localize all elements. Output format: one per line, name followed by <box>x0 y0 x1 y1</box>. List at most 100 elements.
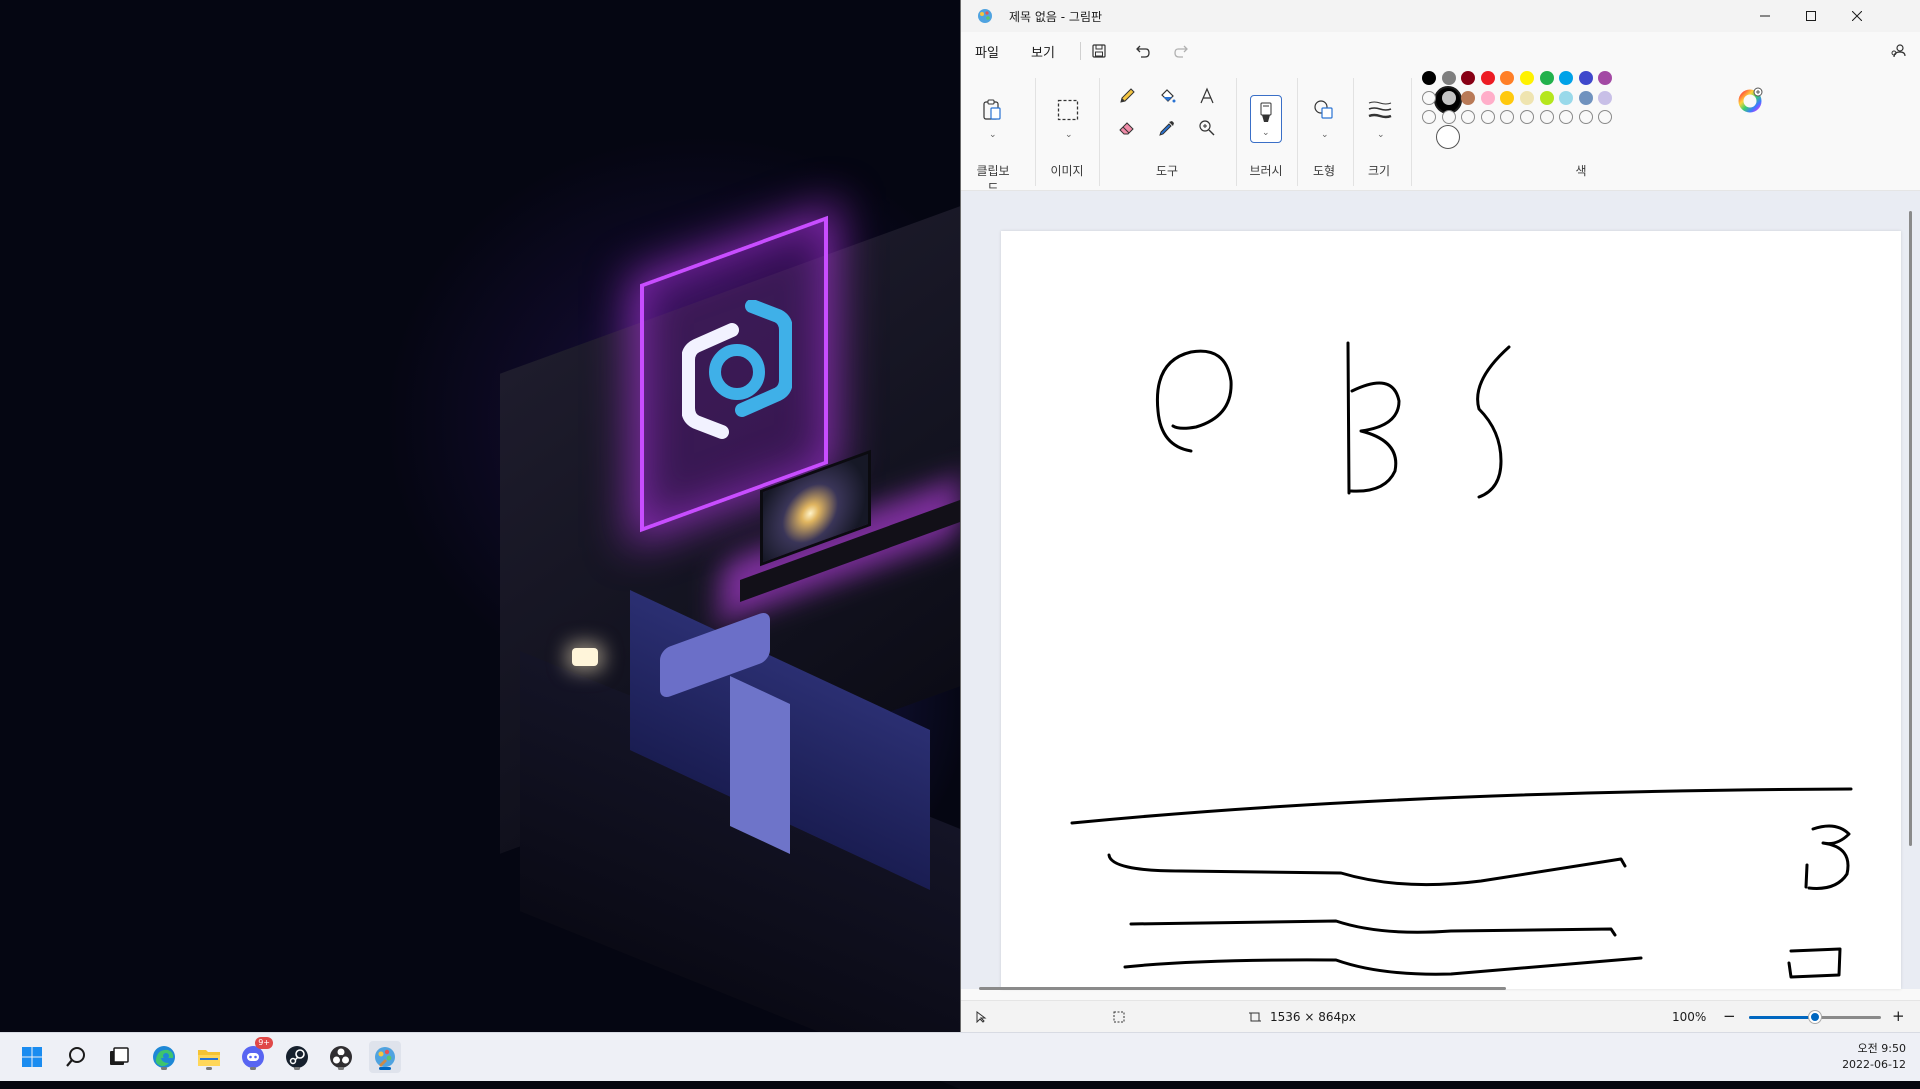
paint-icon <box>375 1047 395 1067</box>
palette-swatch[interactable] <box>1539 110 1554 125</box>
group-separator <box>1099 78 1100 186</box>
maximize-button[interactable] <box>1788 0 1834 32</box>
task-view-button[interactable] <box>103 1041 135 1073</box>
save-button[interactable] <box>1088 40 1110 62</box>
chevron-down-icon: ⌄ <box>989 130 997 140</box>
line-size-icon <box>1368 101 1392 119</box>
palette-swatch[interactable] <box>1480 71 1495 85</box>
palette-swatch[interactable] <box>1539 90 1554 105</box>
palette-swatch[interactable] <box>1559 110 1574 125</box>
magnifier-tool[interactable] <box>1193 114 1221 142</box>
color-wheel-icon <box>1738 87 1763 113</box>
running-indicator <box>338 1067 344 1070</box>
windows-logo-icon <box>22 1047 42 1067</box>
palette-swatch[interactable] <box>1461 90 1476 105</box>
menu-view[interactable]: 보기 <box>1031 42 1055 61</box>
text-tool[interactable] <box>1193 82 1221 110</box>
zoom-in-button[interactable]: + <box>1892 1007 1905 1025</box>
brushes-button[interactable]: ⌄ <box>1250 95 1282 143</box>
palette-swatch[interactable] <box>1480 90 1495 105</box>
search-button[interactable] <box>60 1041 92 1073</box>
palette-swatch[interactable] <box>1500 71 1515 85</box>
group-separator <box>1236 78 1237 186</box>
palette-swatch[interactable] <box>1559 90 1574 105</box>
chevron-down-icon: ⌄ <box>1262 128 1270 138</box>
close-button[interactable] <box>1834 0 1880 32</box>
steam-icon <box>286 1046 308 1068</box>
close-icon <box>1852 11 1862 21</box>
palette-swatch[interactable] <box>1578 110 1593 125</box>
paint-app-icon <box>978 9 992 23</box>
redo-icon <box>1174 45 1188 58</box>
palette-swatch[interactable] <box>1422 71 1436 85</box>
taskbar-obs[interactable] <box>325 1041 357 1073</box>
taskbar-file-explorer[interactable] <box>193 1041 225 1073</box>
minimize-button[interactable] <box>1742 0 1788 32</box>
color2-swatch[interactable] <box>1436 125 1460 149</box>
drawing-canvas[interactable] <box>1001 231 1901 989</box>
palette-swatch[interactable] <box>1480 110 1495 125</box>
system-clock[interactable]: 오전 9:50 2022-06-12 <box>1842 1041 1906 1073</box>
canvas-size-icon <box>1249 1012 1261 1022</box>
color-picker-tool[interactable] <box>1153 114 1181 142</box>
vertical-scrollbar[interactable] <box>1909 211 1912 846</box>
title-bar[interactable]: 제목 없음 - 그림판 <box>961 0 1920 32</box>
palette-swatch[interactable] <box>1461 110 1476 125</box>
size-button[interactable] <box>1366 96 1394 124</box>
palette-swatch[interactable] <box>1559 71 1574 85</box>
palette-swatch[interactable] <box>1598 71 1613 85</box>
wallpaper-lamp <box>572 648 598 666</box>
magnifier-icon <box>1199 120 1215 136</box>
taskbar-edge[interactable] <box>148 1041 180 1073</box>
paint-bucket-icon <box>1161 89 1176 103</box>
palette-swatch[interactable] <box>1578 71 1593 85</box>
eraser-tool[interactable] <box>1113 114 1141 142</box>
palette-swatch[interactable] <box>1441 90 1456 105</box>
redo-button[interactable] <box>1171 40 1193 62</box>
group-label-tools: 도구 <box>1155 164 1179 178</box>
zoom-slider-thumb[interactable] <box>1809 1011 1821 1023</box>
palette-swatch[interactable] <box>1598 90 1613 105</box>
palette-swatch[interactable] <box>1598 110 1613 125</box>
pencil-icon <box>1120 88 1135 103</box>
shapes-icon <box>1314 100 1333 119</box>
zoom-level-text[interactable]: 100% <box>1672 1010 1706 1024</box>
brush-icon <box>1260 102 1272 122</box>
pencil-tool[interactable] <box>1113 82 1141 110</box>
taskbar-paint[interactable] <box>369 1041 401 1073</box>
edit-colors-button[interactable] <box>1738 87 1764 113</box>
palette-swatch[interactable] <box>1500 90 1515 105</box>
palette-swatch[interactable] <box>1461 71 1476 85</box>
text-icon <box>1200 87 1214 104</box>
palette-swatch[interactable] <box>1422 90 1436 105</box>
task-view-icon <box>110 1047 129 1065</box>
status-bar: 1536 × 864px 100% − + <box>961 1000 1920 1032</box>
start-button[interactable] <box>16 1041 48 1073</box>
zoom-slider[interactable] <box>1749 1011 1881 1023</box>
menu-file[interactable]: 파일 <box>975 42 999 61</box>
horizontal-scrollbar[interactable] <box>979 987 1506 990</box>
palette-swatch[interactable] <box>1539 71 1554 85</box>
palette-swatch[interactable] <box>1441 71 1456 85</box>
palette-swatch[interactable] <box>1520 71 1534 85</box>
palette-swatch[interactable] <box>1578 90 1593 105</box>
account-button[interactable] <box>1887 40 1909 62</box>
shapes-button[interactable] <box>1310 96 1338 124</box>
save-icon <box>1092 44 1106 58</box>
group-label-image: 이미지 <box>1050 164 1084 178</box>
palette-swatch[interactable] <box>1500 110 1515 125</box>
zoom-out-button[interactable]: − <box>1723 1007 1736 1025</box>
undo-button[interactable] <box>1131 40 1153 62</box>
select-button[interactable] <box>1054 96 1082 124</box>
palette-swatch[interactable] <box>1520 90 1534 105</box>
taskbar-steam[interactable] <box>281 1041 313 1073</box>
palette-swatch[interactable] <box>1422 110 1436 125</box>
palette-swatch[interactable] <box>1441 110 1456 125</box>
group-label-brushes: 브러시 <box>1249 164 1283 178</box>
clipboard-button[interactable] <box>978 96 1006 124</box>
cursor-position-icon <box>976 1011 987 1023</box>
palette-swatch[interactable] <box>1520 110 1534 125</box>
fill-tool[interactable] <box>1153 82 1181 110</box>
drawing-strokes <box>1070 341 1853 979</box>
taskbar-discord[interactable]: 9+ <box>237 1037 273 1073</box>
